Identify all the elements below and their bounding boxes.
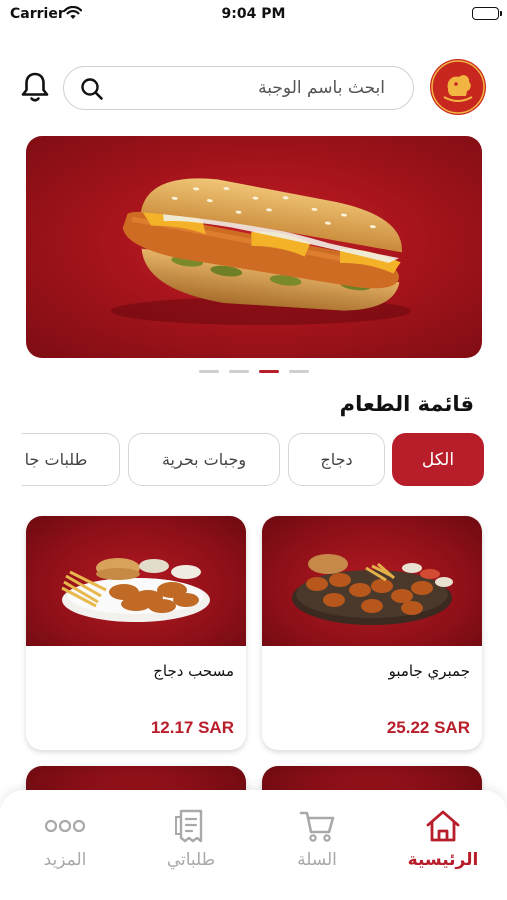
nav-item-more[interactable]: المزيد	[10, 790, 120, 900]
restaurant-logo	[430, 59, 486, 115]
nav-label-cart: السلة	[297, 850, 337, 870]
nav-label-home: الرئيسية	[407, 850, 479, 870]
menu-section-title: قائمة الطعام	[339, 392, 474, 416]
receipt-icon	[172, 808, 210, 850]
product-name: جمبري جامبو	[388, 662, 470, 680]
category-chip-all[interactable]: الكل	[392, 433, 484, 486]
more-icon	[43, 808, 87, 848]
home-icon	[424, 808, 462, 848]
cart-icon	[298, 808, 336, 848]
carousel-dot-active[interactable]	[259, 370, 279, 373]
product-image	[26, 516, 246, 646]
search-input[interactable]	[114, 75, 385, 101]
carousel-dot[interactable]	[229, 370, 249, 373]
sandwich-image	[111, 178, 411, 325]
bell-icon[interactable]	[20, 70, 50, 104]
product-name: مسحب دجاج	[153, 662, 234, 680]
category-chip-chicken[interactable]: دجاج	[288, 433, 385, 486]
category-chip-seafood[interactable]: وجبات بحرية	[128, 433, 280, 486]
bottom-navigation: الرئيسية السلة طلباتي المزيد	[0, 790, 507, 900]
carousel-dot[interactable]	[289, 370, 309, 373]
search-bar[interactable]	[63, 66, 414, 110]
promo-banner[interactable]	[26, 136, 482, 358]
carousel-indicator[interactable]	[199, 370, 309, 374]
nav-label-more: المزيد	[43, 850, 87, 870]
nav-label-orders: طلباتي	[166, 850, 216, 870]
battery-icon	[472, 7, 502, 20]
product-card[interactable]: جمبري جامبو 25.22 SAR	[262, 516, 482, 750]
nav-item-home[interactable]: الرئيسية	[388, 790, 498, 900]
nav-item-orders[interactable]: طلباتي	[136, 790, 246, 900]
product-price: 12.17 SAR	[150, 718, 234, 737]
clock: 9:04 PM	[221, 6, 286, 22]
nav-item-cart[interactable]: السلة	[262, 790, 372, 900]
category-tabs: الكل دجاج وجبات بحرية طلبات جا	[22, 433, 484, 487]
category-chip-more[interactable]: طلبات جا	[22, 433, 120, 486]
status-bar: Carrier 9:04 PM	[0, 0, 507, 30]
product-card[interactable]: مسحب دجاج 12.17 SAR	[26, 516, 246, 750]
product-price: 25.22 SAR	[386, 718, 470, 737]
product-image	[262, 516, 482, 646]
search-icon[interactable]	[80, 77, 104, 105]
carousel-dot[interactable]	[199, 370, 219, 373]
